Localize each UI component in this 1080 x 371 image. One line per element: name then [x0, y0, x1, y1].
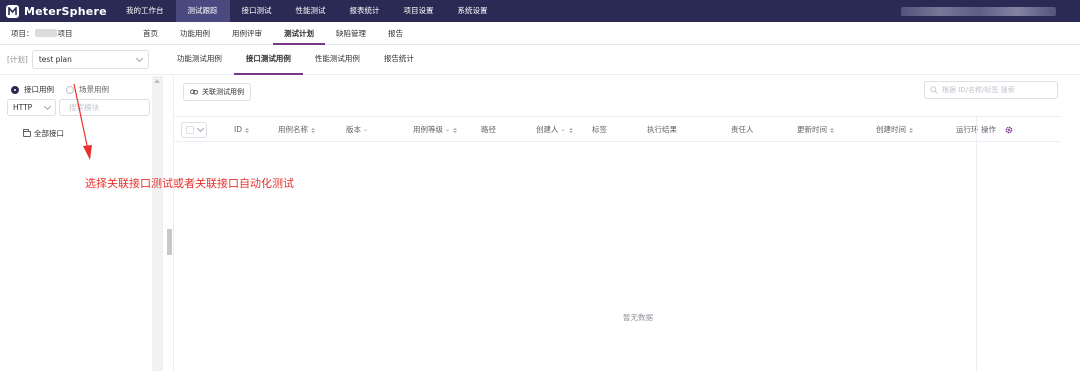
- nav-project-settings[interactable]: 项目设置: [392, 0, 446, 22]
- column-priority[interactable]: 用例等级 ⌄: [413, 117, 458, 143]
- column-path: 路径: [481, 117, 496, 143]
- app-name: MeterSphere: [24, 4, 107, 18]
- plan-select[interactable]: test plan: [31, 50, 149, 69]
- subnav-defects[interactable]: 缺陷管理: [325, 22, 377, 45]
- metersphere-logo-icon: [6, 4, 19, 18]
- column-tags: 标签: [592, 117, 607, 143]
- tab-performance-cases[interactable]: 性能测试用例: [303, 45, 372, 75]
- search-icon: [930, 86, 938, 94]
- top-navigation-bar: MeterSphere 我的工作台 测试跟踪 接口测试 性能测试 报表统计 项目…: [0, 0, 1080, 22]
- associate-cases-button[interactable]: 关联测试用例: [183, 83, 251, 101]
- fixed-column-divider: [976, 116, 977, 371]
- app-logo[interactable]: MeterSphere: [6, 4, 114, 18]
- sort-icon[interactable]: [568, 127, 573, 133]
- column-id[interactable]: ID: [234, 117, 249, 143]
- sort-icon[interactable]: [909, 127, 913, 133]
- redacted-project-name: [34, 29, 57, 37]
- column-actions: 操作: [981, 117, 996, 143]
- sort-icon[interactable]: [311, 127, 315, 133]
- track-nav: 首页 功能用例 用例评审 测试计划 缺陷管理 报告: [132, 22, 414, 45]
- scroll-up-arrow-icon[interactable]: [154, 79, 160, 83]
- plan-bar: [计划] test plan 功能测试用例 接口测试用例 性能测试用例 报告统计: [0, 45, 1080, 75]
- protocol-value: HTTP: [13, 103, 33, 112]
- gear-icon[interactable]: [1005, 126, 1013, 134]
- chevron-down-icon: [43, 102, 52, 110]
- protocol-select[interactable]: HTTP: [7, 99, 56, 116]
- folder-icon: [23, 128, 31, 137]
- tree-node-label: 全部接口: [34, 129, 64, 138]
- tab-functional-cases[interactable]: 功能测试用例: [165, 45, 234, 75]
- radio-api-label: 接口用例: [24, 85, 54, 94]
- filter-caret-icon[interactable]: ⌄: [363, 118, 368, 142]
- sub-navigation-bar: 项目： 项目 首页 功能用例 用例评审 测试计划 缺陷管理 报告: [0, 22, 1080, 45]
- redacted-user-info: [901, 6, 1056, 16]
- column-owner-label: 责任人: [731, 125, 754, 134]
- plan-select-value: test plan: [38, 55, 72, 64]
- chevron-down-icon: [135, 54, 143, 62]
- column-owner: 责任人: [731, 117, 754, 143]
- nav-workbench[interactable]: 我的工作台: [114, 0, 176, 22]
- tab-api-cases[interactable]: 接口测试用例: [233, 45, 303, 75]
- search-placeholder: 根据 ID/名称/标签 搜索: [942, 86, 1015, 94]
- nav-performance-test[interactable]: 性能测试: [284, 0, 338, 22]
- filter-caret-icon[interactable]: ⌄: [445, 118, 450, 142]
- subnav-functional-cases[interactable]: 功能用例: [169, 22, 221, 45]
- link-icon: [190, 89, 198, 95]
- checkbox[interactable]: [186, 126, 194, 134]
- nav-system-settings[interactable]: 系统设置: [446, 0, 500, 22]
- case-search-input[interactable]: 根据 ID/名称/标签 搜索: [924, 81, 1058, 99]
- column-priority-label: 用例等级: [413, 125, 443, 134]
- sort-icon[interactable]: [245, 127, 249, 133]
- table-header: ID 用例名称 版本 ⌄ 用例等级 ⌄ 路径 创建人 ⌄ 标签 执行结果 责任人 更新…: [174, 116, 1060, 142]
- filter-caret-icon[interactable]: ⌄: [561, 118, 566, 142]
- column-version-label: 版本: [346, 125, 361, 134]
- column-created[interactable]: 创建时间: [876, 117, 913, 143]
- project-suffix: 项目: [57, 28, 73, 38]
- project-selector[interactable]: 项目： 项目: [11, 28, 132, 39]
- column-creator[interactable]: 创建人 ⌄: [536, 117, 573, 143]
- column-result-label: 执行结果: [647, 125, 677, 134]
- annotation-text: 选择关联接口测试或者关联接口自动化测试: [85, 177, 294, 190]
- subnav-home[interactable]: 首页: [132, 22, 169, 45]
- column-name[interactable]: 用例名称: [278, 117, 315, 143]
- column-settings[interactable]: [1005, 117, 1013, 143]
- plan-label: [计划]: [7, 55, 28, 64]
- empty-state-text: 暂无数据: [623, 313, 653, 322]
- annotation-arrow: [73, 83, 92, 160]
- project-prefix: 项目：: [11, 28, 34, 38]
- column-updated-label: 更新时间: [797, 125, 827, 134]
- nav-test-track[interactable]: 测试跟踪: [175, 0, 230, 22]
- sort-icon[interactable]: [830, 127, 834, 133]
- sort-icon[interactable]: [453, 127, 458, 133]
- column-actions-label: 操作: [981, 125, 996, 134]
- column-creator-label: 创建人: [536, 125, 559, 134]
- tab-report-stats[interactable]: 报告统计: [372, 45, 426, 75]
- radio-api-cases[interactable]: 接口用例: [11, 84, 54, 95]
- chevron-down-icon: [196, 124, 205, 133]
- panel-resize-handle[interactable]: [167, 229, 172, 255]
- select-all-dropdown[interactable]: [181, 122, 207, 138]
- user-area: [901, 0, 1080, 22]
- left-scrollbar[interactable]: [152, 76, 162, 371]
- nav-api-test[interactable]: 接口测试: [230, 0, 284, 22]
- tree-node-all-apis[interactable]: 全部接口: [23, 128, 64, 139]
- column-path-label: 路径: [481, 125, 496, 134]
- column-version[interactable]: 版本 ⌄: [346, 117, 368, 143]
- subnav-report[interactable]: 报告: [377, 22, 414, 45]
- column-name-label: 用例名称: [278, 125, 308, 134]
- case-list-panel: 关联测试用例 根据 ID/名称/标签 搜索 ID 用例名称 版本 ⌄ 用例等级 ⌄ …: [173, 76, 1073, 371]
- column-created-label: 创建时间: [876, 125, 906, 134]
- subnav-case-review[interactable]: 用例评审: [221, 22, 273, 45]
- radio-checked-icon: [11, 85, 19, 94]
- main-nav: 我的工作台 测试跟踪 接口测试 性能测试 报表统计 项目设置 系统设置: [114, 0, 500, 22]
- plan-tabs: 功能测试用例 接口测试用例 性能测试用例 报告统计: [165, 45, 426, 75]
- column-result: 执行结果: [647, 117, 677, 143]
- case-type-radio-group: 接口用例 场景用例: [11, 84, 121, 95]
- nav-report-stats[interactable]: 报表统计: [338, 0, 392, 22]
- column-id-label: ID: [234, 125, 242, 134]
- associate-cases-label: 关联测试用例: [202, 88, 244, 96]
- subnav-test-plan[interactable]: 测试计划: [273, 22, 325, 45]
- column-updated[interactable]: 更新时间: [797, 117, 834, 143]
- column-tags-label: 标签: [592, 125, 607, 134]
